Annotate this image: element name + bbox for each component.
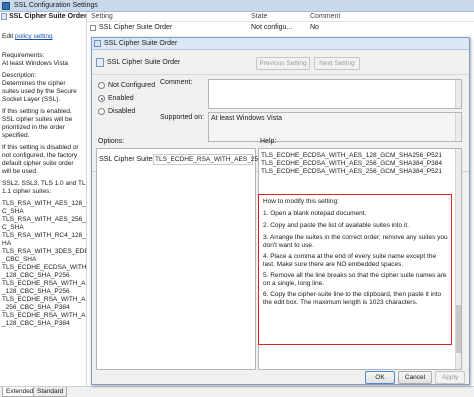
description-line: TLS_ECDHE_RSA_WITH_AES <box>2 296 87 303</box>
description-line: If this setting is enabled, <box>2 108 72 115</box>
help-step: 1. Open a blank notepad document. <box>263 210 367 217</box>
description-line: will be used. <box>2 168 38 175</box>
description-line: TLS_ECDHE_RSA_WITH_AES <box>2 280 87 287</box>
description-line: _CBC_SHA <box>2 256 37 263</box>
help-step: 2. Copy and paste the list of available … <box>263 222 409 229</box>
description-line: TLS_ECDHE_RSA_WITH_AES <box>2 312 87 319</box>
edit-prefix: Edit <box>2 33 16 40</box>
radio-disabled-dot[interactable] <box>98 108 105 115</box>
dialog-title-bar: SSL Cipher Suite Order <box>92 38 469 50</box>
options-panel: SSL Cipher Suites TLS_ECDHE_RSA_WITH_AES… <box>96 148 262 370</box>
description-header: SSL Cipher Suite Order <box>0 12 87 22</box>
window-title-bar: SSL Configuration Settings <box>0 0 474 12</box>
help-suite-line: TLS_ECDHE_ECDSA_WITH_AES_256_GCM_SHA384_… <box>261 168 443 175</box>
comment-label: Comment: <box>160 79 193 86</box>
help-suite-line: TLS_ECDHE_ECDSA_WITH_AES_128_GCM_SHA256_… <box>261 152 443 159</box>
description-line: At least Windows Vista <box>2 60 68 67</box>
dialog-header-title: SSL Cipher Suite Order <box>107 59 181 66</box>
description-heading: SSL Cipher Suite Order <box>9 13 87 20</box>
help-step: 5. Remove all the line breaks so that th… <box>263 272 447 287</box>
column-comment[interactable]: Comment <box>310 13 340 20</box>
previous-setting-button[interactable]: Previous Setting <box>256 57 310 70</box>
apply-button[interactable]: Apply <box>435 371 465 384</box>
next-setting-button[interactable]: Next Setting <box>314 57 360 70</box>
help-label: Help: <box>260 138 277 145</box>
description-line: TLS_RSA_WITH_AES_256_CB <box>2 216 87 223</box>
policy-icon <box>2 2 10 10</box>
description-line: HA <box>2 240 12 247</box>
supported-scrollbar[interactable] <box>455 113 461 141</box>
help-scrollbar[interactable] <box>455 149 461 369</box>
description-line: Description: <box>2 72 37 79</box>
help-step: 3. Arrange the suites in the correct ord… <box>263 234 448 249</box>
description-line: _128_CBC_SHA_P256 <box>2 272 70 279</box>
description-line: TLS_RSA_WITH_RC4_128_S <box>2 232 87 239</box>
comment-textarea[interactable] <box>208 79 462 109</box>
description-line: _128_CBC_SHA_P384 <box>2 320 70 327</box>
description-line: _256_CBC_SHA_P384 <box>2 304 70 311</box>
row-setting: SSL Cipher Suite Order <box>99 24 173 31</box>
description-line: prioritized in the order <box>2 124 65 131</box>
description-line: 1.1 cipher suites: <box>2 188 52 195</box>
radio-not-configured-dot[interactable] <box>98 82 105 89</box>
dialog-title: SSL Cipher Suite Order <box>104 40 178 47</box>
edit-line: Edit policy setting <box>2 33 53 41</box>
description-line: Socket Layer (SSL). <box>2 96 61 103</box>
row-comment: No <box>310 24 319 31</box>
description-line: Requirements: <box>2 52 45 59</box>
radio-enabled-dot[interactable] <box>98 95 105 102</box>
options-label: Options: <box>98 138 125 145</box>
dialog-header: SSL Cipher Suite Order Previous Setting … <box>92 51 469 75</box>
help-step: 6. Copy the cipher-suite line to the cli… <box>263 291 442 306</box>
help-scrollbar-thumb[interactable] <box>456 305 461 353</box>
description-line: SSL2, SSL3, TLS 1.0 and TLS <box>2 180 87 187</box>
description-pane: SSL Cipher Suite Order Edit policy setti… <box>0 12 87 386</box>
policy-dialog: SSL Cipher Suite Order SSL Cipher Suite … <box>91 37 470 385</box>
help-instructions-box: How to modify this setting: 1. Open a bla… <box>258 194 452 345</box>
description-line: SSL cipher suites will be <box>2 116 73 123</box>
description-line: default cipher suite order <box>2 160 74 167</box>
supported-on-value: At least Windows Vista <box>211 115 283 122</box>
description-line: Determines the cipher <box>2 80 66 87</box>
description-line: not configured, the factory <box>2 152 78 159</box>
help-suite-line: TLS_ECDHE_ECDSA_WITH_AES_256_GCM_SHA384_… <box>261 160 443 167</box>
radio-enabled-label: Enabled <box>108 95 134 102</box>
table-row[interactable]: SSL Cipher Suite Order Not configu... No <box>88 23 474 33</box>
help-heading: How to modify this setting: <box>263 198 339 205</box>
tab-standard[interactable]: Standard <box>33 387 68 397</box>
setting-icon <box>96 58 104 67</box>
radio-not-configured-label: Not Configured <box>108 82 156 89</box>
description-line: specified. <box>2 132 30 139</box>
column-state[interactable]: State <box>251 13 267 20</box>
row-state: Not configu... <box>251 24 293 31</box>
description-line: TLS_ECDHE_ECDSA_WITH_AES <box>2 264 87 271</box>
description-line: TLS_RSA_WITH_3DES_EDE <box>2 248 87 255</box>
description-line: TLS_RSA_WITH_AES_128_CB <box>2 200 87 207</box>
ok-button[interactable]: OK <box>365 371 395 384</box>
comment-scrollbar[interactable] <box>455 80 461 108</box>
supported-on-field: At least Windows Vista <box>208 112 462 142</box>
cipher-suites-input[interactable]: TLS_ECDHE_RSA_WITH_AES_256 <box>153 154 262 165</box>
cancel-button[interactable]: Cancel <box>398 371 432 384</box>
cipher-suites-value: TLS_ECDHE_RSA_WITH_AES_256 <box>155 156 262 163</box>
description-line: _128_CBC_SHA_P256 <box>2 288 70 295</box>
description-line: If this setting is disabled or <box>2 144 79 151</box>
description-line: suites used by the Secure <box>2 88 77 95</box>
supported-on-label: Supported on: <box>160 114 204 121</box>
cipher-suites-label: SSL Cipher Suites <box>99 156 156 163</box>
help-step: 4. Place a comma at the end of every sui… <box>263 253 437 268</box>
description-line: C_SHA <box>2 224 24 231</box>
description-line: C_SHA <box>2 208 24 215</box>
window-title: SSL Configuration Settings <box>14 2 98 9</box>
column-setting[interactable]: Setting <box>91 13 113 20</box>
edit-policy-link[interactable]: policy setting <box>15 33 53 40</box>
dialog-icon <box>94 40 101 47</box>
setting-row-icon <box>90 25 96 31</box>
radio-disabled-label: Disabled <box>108 108 136 115</box>
setting-icon <box>1 13 7 20</box>
view-tabs: Extended Standard <box>0 386 474 397</box>
column-header: Setting State Comment <box>88 12 474 22</box>
